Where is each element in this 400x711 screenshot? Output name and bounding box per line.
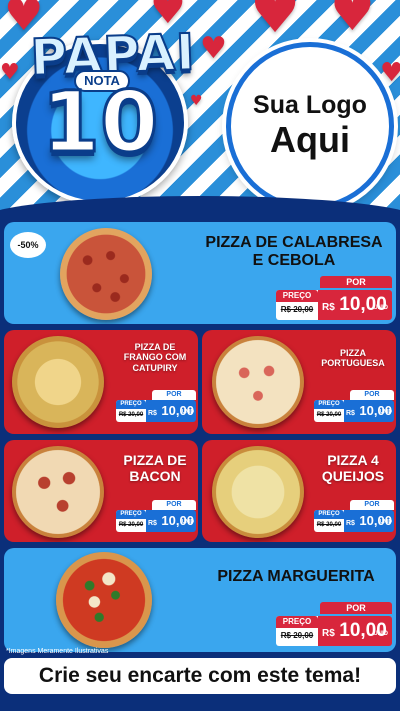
price-tag: POR PREÇO R$ 20,00 R$ 10,00 UNID	[116, 390, 196, 422]
por-label: POR	[320, 602, 392, 614]
currency: R$	[346, 520, 355, 527]
preco-label: PREÇO	[314, 510, 344, 519]
cta-banner[interactable]: Crie seu encarte com este tema!	[4, 658, 396, 694]
old-price: R$ 20,00	[118, 412, 144, 418]
product-name: PIZZA PORTUGUESA	[312, 348, 394, 369]
heart-icon: ♥	[0, 60, 20, 85]
preco-label: PREÇO	[116, 510, 146, 519]
pizza-image	[212, 446, 304, 538]
product-name-line: PIZZA DE CALABRESA	[205, 234, 383, 251]
product-name: PIZZA MARGUERITA	[200, 568, 392, 586]
unid-label: UNID	[373, 631, 388, 637]
old-price: R$ 20,00	[280, 631, 314, 640]
old-price-box: PREÇO R$ 20,00	[116, 510, 146, 532]
price-tag: POR PREÇO R$ 20,00 R$ 10,00 UNID	[314, 500, 394, 532]
old-price-box: PREÇO R$ 20,00	[314, 400, 344, 422]
old-price-box: PREÇO R$ 20,00	[276, 616, 318, 646]
heart-icon: ♥	[330, 0, 375, 42]
currency: R$	[148, 410, 157, 417]
product-name-line: FRANGO COM	[123, 352, 187, 363]
logo-line1: Sua Logo	[253, 91, 367, 120]
new-price: R$ 10,00 UNID	[344, 510, 394, 532]
unid-label: UNID	[373, 305, 388, 311]
price-tag: POR PREÇO R$ 20,00 R$ 10,00 UNID	[276, 602, 392, 646]
product-name-line: CATUPIRY	[132, 362, 178, 373]
new-price: R$ 10,00 UNID	[146, 400, 196, 422]
product-name-line: PIZZA	[340, 348, 366, 358]
product-name-line: PIZZA MARGUERITA	[217, 568, 375, 585]
currency: R$	[346, 410, 355, 417]
unid-label: UNID	[379, 409, 392, 415]
unid-label: UNID	[181, 519, 194, 525]
product-name: PIZZA 4 QUEIJOS	[312, 452, 394, 484]
old-price: R$ 20,00	[316, 412, 342, 418]
product-name: PIZZA DE BACON	[114, 452, 196, 484]
old-price: R$ 20,00	[118, 522, 144, 528]
price-tag: POR PREÇO R$ 20,00 R$ 10,00 UNID	[314, 390, 394, 422]
product-card-frango: PIZZA DE FRANGO COM CATUPIRY POR PREÇO R…	[4, 330, 198, 434]
preco-label: PREÇO	[116, 400, 146, 409]
product-name-line: QUEIJOS	[321, 468, 385, 485]
pizza-image	[12, 336, 104, 428]
old-price-box: PREÇO R$ 20,00	[314, 510, 344, 532]
header-banner: ♥ ♥ ♥ ♥ ♥ ♥ ♥ ♥ PAPAI NOTA 10 Sua Logo A…	[0, 0, 400, 215]
product-name-line: BACON	[129, 468, 181, 485]
heart-icon: ♥	[380, 58, 400, 88]
preco-label: PREÇO	[276, 616, 318, 628]
discount-badge: -50%	[10, 232, 46, 258]
new-price: R$ 10,00 UNID	[318, 290, 392, 320]
product-card-portuguesa: PIZZA PORTUGUESA POR PREÇO R$ 20,00 R$ 1…	[202, 330, 396, 434]
product-card-marguerita: PIZZA MARGUERITA POR PREÇO R$ 20,00 R$ 1…	[4, 548, 396, 652]
disclaimer-text: *Imagens Meramente Ilustrativas	[6, 648, 109, 655]
new-price: R$ 10,00 UNID	[146, 510, 196, 532]
pizza-image	[60, 228, 152, 320]
new-price: R$ 10,00 UNID	[318, 616, 392, 646]
por-label: POR	[320, 276, 392, 288]
product-name-line: PORTUGUESA	[321, 358, 385, 369]
price-tag: POR PREÇO R$ 20,00 R$ 10,00 UNID	[116, 500, 196, 532]
old-price: R$ 20,00	[316, 522, 342, 528]
currency: R$	[148, 520, 157, 527]
old-price-box: PREÇO R$ 20,00	[116, 400, 146, 422]
old-price-box: PREÇO R$ 20,00	[276, 290, 318, 320]
pizza-image	[12, 446, 104, 538]
product-card-4-queijos: PIZZA 4 QUEIJOS POR PREÇO R$ 20,00 R$ 10…	[202, 440, 396, 542]
por-label: POR	[350, 390, 394, 400]
preco-label: PREÇO	[276, 290, 318, 302]
pizza-image	[56, 552, 152, 648]
logo-placeholder: Sua Logo Aqui	[226, 42, 394, 210]
por-label: POR	[152, 500, 196, 510]
price-tag: POR PREÇO R$ 20,00 R$ 10,00 UNID	[276, 276, 392, 320]
product-name-line: E CEBOLA	[252, 252, 336, 270]
nota-number: 10	[40, 73, 160, 171]
product-name-line: PIZZA 4	[327, 452, 379, 468]
product-name: PIZZA DE FRANGO COM CATUPIRY	[114, 342, 196, 373]
heart-icon: ♥	[190, 93, 203, 109]
product-name: PIZZA DE CALABRESA E CEBOLA	[194, 234, 394, 271]
unid-label: UNID	[181, 409, 194, 415]
por-label: POR	[350, 500, 394, 510]
heart-icon: ♥	[250, 0, 301, 46]
product-card-calabresa: -50% PIZZA DE CALABRESA E CEBOLA POR PRE…	[4, 222, 396, 324]
product-name-line: PIZZA DE	[123, 452, 187, 468]
preco-label: PREÇO	[314, 400, 344, 409]
currency: R$	[322, 302, 335, 313]
pizza-image	[212, 336, 304, 428]
old-price: R$ 20,00	[280, 305, 314, 314]
product-card-bacon: PIZZA DE BACON POR PREÇO R$ 20,00 R$ 10,…	[4, 440, 198, 542]
por-label: POR	[152, 390, 196, 400]
new-price: R$ 10,00 UNID	[344, 400, 394, 422]
currency: R$	[322, 628, 335, 639]
product-name-line: PIZZA DE	[134, 342, 176, 352]
unid-label: UNID	[379, 519, 392, 525]
logo-line2: Aqui	[270, 118, 350, 160]
